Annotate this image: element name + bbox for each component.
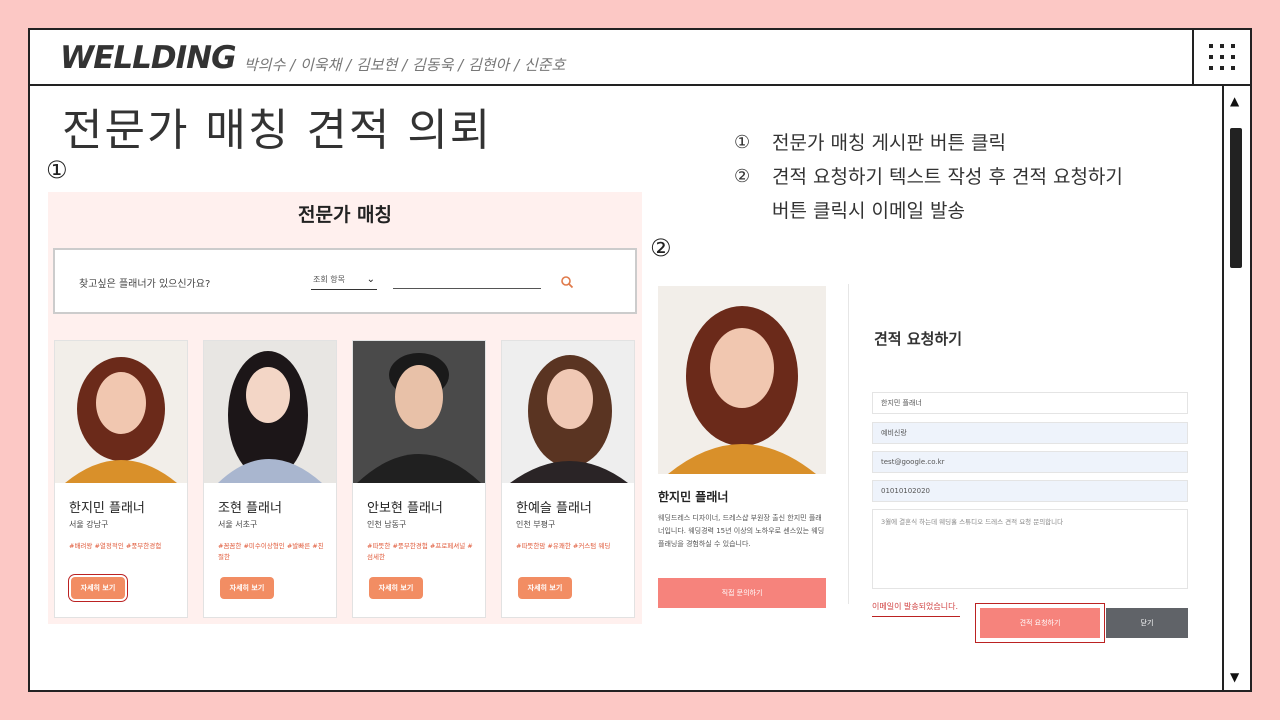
title-bar: WELLDING 박의수 / 이욱채 / 김보현 / 김동욱 / 김현아 / 신… xyxy=(30,30,1250,86)
page-title: 전문가 매칭 견적 의뢰 xyxy=(62,105,493,156)
view-details-button[interactable]: 자세히 보기 xyxy=(369,577,423,599)
chevron-down-icon: ⌄ xyxy=(366,274,375,285)
view-details-button[interactable]: 자세히 보기 xyxy=(71,577,125,599)
planner-name: 한예슬 플래너 xyxy=(516,501,592,516)
planner-tags: #따뜻한맘 #유쾌한 #커스텀 웨딩 xyxy=(516,542,611,550)
scroll-thumb[interactable] xyxy=(1230,128,1242,268)
planner-name: 조현 플래너 xyxy=(218,501,282,516)
planner-photo xyxy=(658,286,826,474)
grid-menu-icon[interactable] xyxy=(1192,30,1250,84)
planner-card[interactable]: 한지민 플래너 서울 강남구 #배려왕 #열정적인 #풍부한경험 자세히 보기 xyxy=(54,340,188,618)
slide-window: WELLDING 박의수 / 이욱채 / 김보현 / 김동욱 / 김현아 / 신… xyxy=(28,28,1252,692)
note-text: 전문가 매칭 게시판 버튼 클릭 xyxy=(772,132,1006,154)
planner-area: 서울 강남구 xyxy=(69,520,109,529)
photo-face xyxy=(96,372,146,434)
view-details-button[interactable]: 자세히 보기 xyxy=(220,577,274,599)
message-textarea[interactable]: 3월에 결혼식 하는데 웨딩홀 스튜디오 드레스 견적 요청 문의합니다 xyxy=(872,509,1188,589)
note-continuation: 버튼 클릭시 이메일 발송 xyxy=(772,200,965,222)
step-two-marker: ② xyxy=(650,234,672,262)
planner-card[interactable]: 조현 플래너 서울 서초구 #꼼꼼한 #미수이상형인 #발빠른 #친절한 자세히… xyxy=(203,340,337,618)
planner-photo xyxy=(204,341,336,483)
planner-name: 한지민 플래너 xyxy=(69,501,145,516)
submit-quote-button[interactable]: 견적 요청하기 xyxy=(980,608,1100,638)
search-input[interactable] xyxy=(393,288,541,289)
planner-photo xyxy=(502,341,634,483)
search-icon[interactable] xyxy=(560,275,574,289)
search-category-select[interactable]: 조회 항목 ⌄ xyxy=(311,274,377,290)
team-members: 박의수 / 이욱채 / 김보현 / 김동욱 / 김현아 / 신준호 xyxy=(244,56,566,74)
photo-face xyxy=(547,369,593,429)
scroll-up-icon[interactable]: ▲ xyxy=(1230,94,1239,108)
name-field[interactable]: 예비신랑 xyxy=(872,422,1188,444)
scroll-down-icon[interactable]: ▼ xyxy=(1230,670,1239,684)
expert-matching-title: 전문가 매칭 xyxy=(297,204,392,226)
photo-face xyxy=(710,328,774,408)
planner-tags: #따뜻한 #풍부한경험 #프로페셔널 #섬세한 xyxy=(367,542,473,561)
email-sent-status: 이메일이 발송되었습니다. xyxy=(872,602,959,611)
step-one-marker: ① xyxy=(46,156,68,184)
note-text: 견적 요청하기 텍스트 작성 후 견적 요청하기 xyxy=(772,166,1123,188)
column-divider xyxy=(848,284,849,604)
planner-tags: #배려왕 #열정적인 #풍부한경험 xyxy=(69,542,162,550)
planner-name: 한지민 플래너 xyxy=(658,490,729,504)
brand-logo: WELLDING xyxy=(60,40,237,76)
note-number: ② xyxy=(734,166,751,187)
note-row: ② 견적 요청하기 텍스트 작성 후 견적 요청하기 xyxy=(734,160,1123,194)
quote-request-heading: 견적 요청하기 xyxy=(874,330,963,348)
vertical-scrollbar[interactable]: ▲ ▼ xyxy=(1222,86,1250,690)
photo-face xyxy=(395,365,443,429)
note-row: ① 전문가 매칭 게시판 버튼 클릭 xyxy=(734,126,1123,160)
planner-field[interactable]: 한지민 플래너 xyxy=(872,392,1188,414)
instruction-notes: ① 전문가 매칭 게시판 버튼 클릭 ② 견적 요청하기 텍스트 작성 후 견적… xyxy=(734,126,1123,228)
planner-tags: #꼼꼼한 #미수이상형인 #발빠른 #친절한 xyxy=(218,542,324,561)
planner-description: 웨딩드레스 디자이너, 드레스샵 부원장 출신 한지민 플래너입니다. 웨딩경력… xyxy=(658,514,825,548)
direct-contact-button[interactable]: 직접 문의하기 xyxy=(658,578,826,608)
planner-search-box: 찾고싶은 플래너가 있으신가요? 조회 항목 ⌄ xyxy=(53,248,637,314)
close-button[interactable]: 닫기 xyxy=(1106,608,1188,638)
photo-face xyxy=(246,367,290,423)
planner-area: 서울 서초구 xyxy=(218,520,258,529)
note-number: ① xyxy=(734,132,751,153)
planner-name: 안보현 플래너 xyxy=(367,501,443,516)
phone-field[interactable]: 01010102020 xyxy=(872,480,1188,502)
view-details-button[interactable]: 자세히 보기 xyxy=(518,577,572,599)
planner-area: 인천 남동구 xyxy=(367,520,407,529)
status-underline xyxy=(872,616,960,617)
email-field[interactable]: test@google.co.kr xyxy=(872,451,1188,473)
expert-matching-screenshot: 전문가 매칭 찾고싶은 플래너가 있으신가요? 조회 항목 ⌄ 한지민 플래너 … xyxy=(48,192,642,624)
planner-card[interactable]: 한예슬 플래너 인천 부평구 #따뜻한맘 #유쾌한 #커스텀 웨딩 자세히 보기 xyxy=(501,340,635,618)
planner-area: 인천 부평구 xyxy=(516,520,556,529)
search-select-value: 조회 항목 xyxy=(313,275,345,284)
planner-photo xyxy=(55,341,187,483)
quote-request-screenshot: 한지민 플래너 웨딩드레스 디자이너, 드레스샵 부원장 출신 한지민 플래너입… xyxy=(654,280,1194,617)
planner-photo xyxy=(353,341,485,483)
planner-card[interactable]: 안보현 플래너 인천 남동구 #따뜻한 #풍부한경험 #프로페셔널 #섬세한 자… xyxy=(352,340,486,618)
search-prompt: 찾고싶은 플래너가 있으신가요? xyxy=(79,279,211,290)
